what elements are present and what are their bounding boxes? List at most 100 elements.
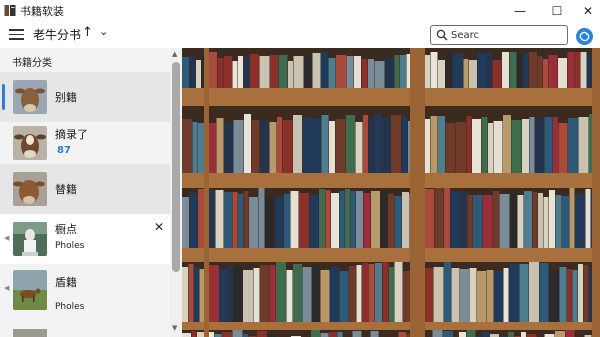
book-spine [406,54,410,88]
book-spine [320,333,329,337]
book-spine [509,264,519,322]
book-spine [216,118,224,173]
book-spine [363,115,368,173]
book-spine [356,191,363,248]
sync-icon [579,31,590,42]
book-spine [529,52,537,88]
book-spine [558,123,568,173]
book-spine [521,332,526,337]
book-spine [238,194,243,248]
book-spine [328,58,336,88]
close-button[interactable]: ✕ [578,3,598,19]
book-spine [288,61,293,88]
book-spine [293,115,302,173]
cow-thumbnail [13,80,47,114]
sort-arrow-icon[interactable]: ↑ [82,25,93,40]
book-spine [352,331,362,337]
book-spine [403,271,410,322]
category-item[interactable]: 替籍 [0,164,170,214]
book-spine [233,120,244,173]
search-box[interactable] [430,25,568,45]
book-spine [299,193,309,248]
category-item[interactable]: ◀ 橱点 ✕ Pholes [0,214,170,264]
book-spine [456,122,466,173]
category-item[interactable]: 摘录了 87 [0,118,170,168]
shelf-post [592,48,600,337]
book-spine [408,121,410,173]
maximize-button[interactable]: ☐ [547,3,567,19]
scroll-up-icon[interactable]: ▲ [172,50,177,58]
book-spine [224,123,233,173]
book-spine [339,191,345,248]
book-spine [523,53,529,88]
scrollbar-thumb[interactable] [172,62,180,272]
book-spine [209,265,219,322]
book-spine [510,191,517,248]
book-spine [228,265,233,322]
book-spine [388,194,394,248]
book-spine [192,122,198,173]
window-title: 书籍软装 [20,5,64,18]
close-icon[interactable]: ✕ [154,220,164,234]
book-spine [198,123,204,173]
category-item-partial[interactable] [0,326,170,337]
hamburger-icon[interactable] [9,26,24,42]
book-spine [209,123,216,173]
sidebar-scrollbar[interactable]: ▲ ▼ [170,48,182,337]
book-spine [346,115,355,173]
collection-title[interactable]: 老牛分书 [33,26,81,43]
book-spine [432,330,443,337]
book-spine [356,265,362,322]
book-spine [517,54,523,88]
book-spine [469,268,477,322]
book-spine [580,52,587,88]
book-spine [453,54,463,88]
book-spine [362,263,368,322]
book-spine [473,195,482,248]
category-item[interactable]: ◀ 盾籍 Pholes [0,264,170,320]
book-spine [433,267,444,322]
book-spine [275,197,284,248]
chevron-down-icon[interactable]: ⌄ [99,25,108,38]
book-spine [224,56,232,88]
sidebar-header: 书籍分类 [12,58,52,69]
book-spine [209,332,214,337]
scroll-down-icon[interactable]: ▼ [172,324,177,332]
book-spine [394,55,400,88]
category-label: 替籍 [55,183,77,196]
book-spine [249,197,258,248]
book-spine [269,265,276,322]
book-spine [568,118,578,173]
selection-indicator [2,84,5,110]
book-spine [401,117,408,173]
book-spine [219,269,228,322]
book-spine [398,332,407,337]
book-spine [198,189,204,248]
category-item[interactable]: 别籍 [0,72,170,122]
sync-button[interactable] [576,28,593,45]
book-spine [477,271,486,322]
book-spine [425,268,433,322]
pasture-thumbnail [13,270,47,310]
title-bar: 书籍软装 — ☐ ✕ [0,0,600,22]
book-spine [329,332,337,337]
book-spine [477,53,487,88]
book-spine [251,120,260,173]
book-spine [282,120,293,173]
category-label: 盾籍 [55,276,77,289]
book-spine [549,190,555,248]
book-spine [201,54,204,88]
book-spine [543,197,549,248]
book-spine [321,115,329,173]
book-spine [487,52,492,88]
book-spine [311,119,321,173]
chevron-left-icon: ◀ [4,284,10,292]
search-input[interactable] [451,27,561,43]
book-spine [244,114,251,173]
book-spine [466,330,476,337]
book-spine [217,58,224,88]
book-spine [482,332,490,337]
book-spine [215,190,224,248]
book-spine [182,57,189,88]
minimize-button[interactable]: — [510,3,530,19]
